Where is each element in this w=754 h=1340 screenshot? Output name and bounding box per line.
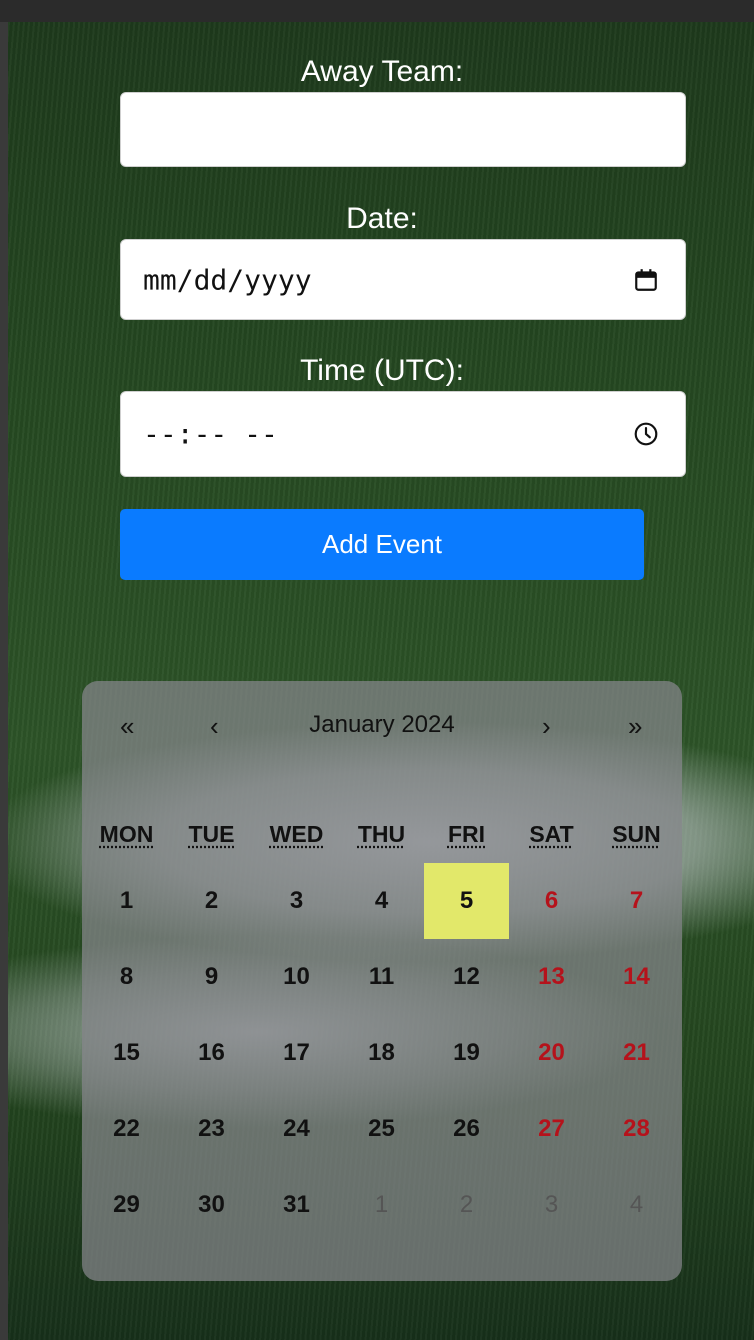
calendar-day[interactable]: 12 xyxy=(424,939,509,1015)
calendar-icon[interactable] xyxy=(633,267,659,293)
calendar-day[interactable]: 21 xyxy=(594,1015,679,1091)
calendar-day[interactable]: 18 xyxy=(339,1015,424,1091)
time-input[interactable]: --:-- -- xyxy=(120,391,686,477)
calendar-day[interactable]: 14 xyxy=(594,939,679,1015)
calendar-widget: « ‹ January 2024 › » MON TUE WED THU FRI… xyxy=(82,681,682,1281)
calendar-day[interactable]: 20 xyxy=(509,1015,594,1091)
calendar-day[interactable]: 28 xyxy=(594,1091,679,1167)
weekday-sun: SUN xyxy=(612,821,661,847)
calendar-day[interactable]: 25 xyxy=(339,1091,424,1167)
weekday-mon: MON xyxy=(99,821,154,847)
calendar-day[interactable]: 2 xyxy=(169,863,254,939)
calendar-day[interactable]: 1 xyxy=(84,863,169,939)
calendar-day[interactable]: 23 xyxy=(169,1091,254,1167)
calendar-day[interactable]: 8 xyxy=(84,939,169,1015)
time-label: Time (UTC): xyxy=(300,354,464,387)
calendar-day[interactable]: 26 xyxy=(424,1091,509,1167)
calendar-day[interactable]: 10 xyxy=(254,939,339,1015)
calendar-day[interactable]: 9 xyxy=(169,939,254,1015)
calendar-day-next-month[interactable]: 4 xyxy=(594,1167,679,1243)
calendar-day[interactable]: 16 xyxy=(169,1015,254,1091)
date-label: Date: xyxy=(346,202,418,235)
time-placeholder: --:-- -- xyxy=(143,417,278,451)
weekday-tue: TUE xyxy=(188,821,235,847)
next-month-button[interactable]: › xyxy=(542,711,551,742)
date-placeholder: mm/dd/yyyy xyxy=(143,263,312,296)
clock-icon[interactable] xyxy=(633,421,659,447)
weekday-thu: THU xyxy=(357,821,406,847)
weekday-wed: WED xyxy=(269,821,324,847)
weekday-sat: SAT xyxy=(529,821,574,847)
date-input[interactable]: mm/dd/yyyy xyxy=(120,239,686,320)
calendar-day[interactable]: 19 xyxy=(424,1015,509,1091)
calendar-day-next-month[interactable]: 3 xyxy=(509,1167,594,1243)
calendar-day[interactable]: 30 xyxy=(169,1167,254,1243)
window-edge xyxy=(0,22,8,1340)
calendar-day[interactable]: 27 xyxy=(509,1091,594,1167)
calendar-day[interactable]: 17 xyxy=(254,1015,339,1091)
calendar-day[interactable]: 24 xyxy=(254,1091,339,1167)
calendar-day[interactable]: 15 xyxy=(84,1015,169,1091)
weekday-fri: FRI xyxy=(447,821,486,847)
calendar-day[interactable]: 6 xyxy=(509,863,594,939)
calendar-day-next-month[interactable]: 1 xyxy=(339,1167,424,1243)
calendar-day-today[interactable]: 5 xyxy=(424,863,509,939)
calendar-day[interactable]: 4 xyxy=(339,863,424,939)
calendar-day[interactable]: 3 xyxy=(254,863,339,939)
away-team-label: Away Team: xyxy=(300,55,464,88)
add-event-button[interactable]: Add Event xyxy=(120,509,644,580)
next-year-button[interactable]: » xyxy=(628,711,642,742)
calendar-day-next-month[interactable]: 2 xyxy=(424,1167,509,1243)
away-team-input[interactable] xyxy=(120,92,686,167)
calendar-day[interactable]: 13 xyxy=(509,939,594,1015)
calendar-day[interactable]: 11 xyxy=(339,939,424,1015)
calendar-day[interactable]: 22 xyxy=(84,1091,169,1167)
calendar-month-title[interactable]: January 2024 xyxy=(82,711,682,739)
calendar-day[interactable]: 31 xyxy=(254,1167,339,1243)
calendar-day[interactable]: 7 xyxy=(594,863,679,939)
calendar-day[interactable]: 29 xyxy=(84,1167,169,1243)
browser-top-bar xyxy=(0,0,754,22)
